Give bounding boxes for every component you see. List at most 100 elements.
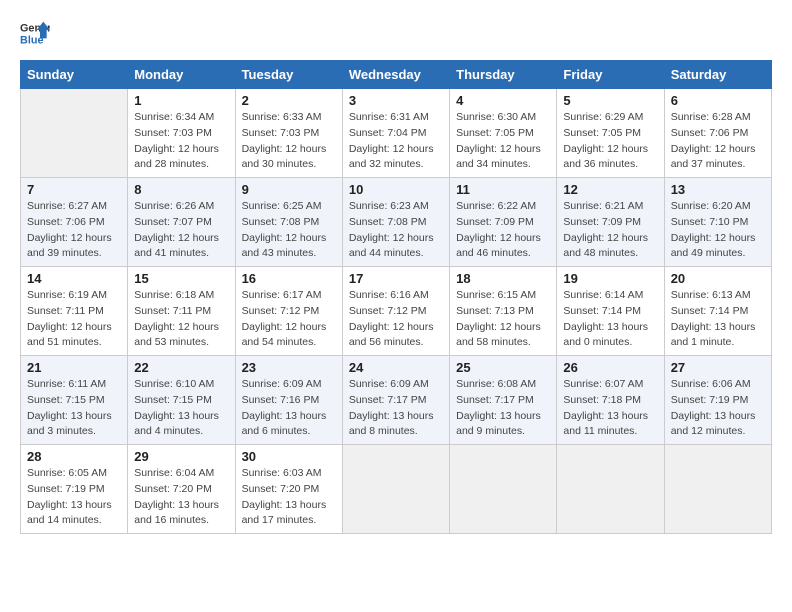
calendar-cell: 6Sunrise: 6:28 AMSunset: 7:06 PMDaylight…: [664, 89, 771, 178]
calendar-cell: 3 Sunrise: 6:31 AMSunset: 7:04 PMDaylight…: [342, 89, 449, 178]
calendar-cell: 29 Sunrise: 6:04 AMSunset: 7:20 PMDayligh…: [128, 445, 235, 534]
calendar-cell: 11 Sunrise: 6:22 AMSunset: 7:09 PMDayligh…: [450, 178, 557, 267]
calendar-cell: 8Sunrise: 6:26 AMSunset: 7:07 PMDaylight…: [128, 178, 235, 267]
header: General Blue: [20, 20, 772, 50]
calendar-cell: [557, 445, 664, 534]
calendar-cell: 22 Sunrise: 6:10 AMSunset: 7:15 PMDayligh…: [128, 356, 235, 445]
calendar-cell: 10 Sunrise: 6:23 AMSunset: 7:08 PMDayligh…: [342, 178, 449, 267]
day-info: Sunrise: 6:07 AMSunset: 7:18 PMDaylight:…: [563, 377, 657, 440]
calendar-cell: 20 Sunrise: 6:13 AMSunset: 7:14 PMDayligh…: [664, 267, 771, 356]
day-number: 8: [134, 182, 228, 197]
logo-icon: General Blue: [20, 20, 50, 50]
day-number: 23: [242, 360, 336, 375]
calendar-cell: 16Sunrise: 6:17 AMSunset: 7:12 PMDayligh…: [235, 267, 342, 356]
day-number: 9: [242, 182, 336, 197]
day-number: 6: [671, 93, 765, 108]
day-info: Sunrise: 6:30 AMSunset: 7:05 PMDaylight:…: [456, 110, 550, 173]
calendar-cell: 2 Sunrise: 6:33 AMSunset: 7:03 PMDaylight…: [235, 89, 342, 178]
day-info: Sunrise: 6:33 AMSunset: 7:03 PMDaylight:…: [242, 110, 336, 173]
calendar-header-row: SundayMondayTuesdayWednesdayThursdayFrid…: [21, 61, 772, 89]
day-number: 26: [563, 360, 657, 375]
calendar-cell: 17 Sunrise: 6:16 AMSunset: 7:12 PMDayligh…: [342, 267, 449, 356]
calendar-week-row: 1 Sunrise: 6:34 AMSunset: 7:03 PMDaylight…: [21, 89, 772, 178]
day-info: Sunrise: 6:21 AMSunset: 7:09 PMDaylight:…: [563, 199, 657, 262]
calendar-table: SundayMondayTuesdayWednesdayThursdayFrid…: [20, 60, 772, 534]
calendar-cell: 12 Sunrise: 6:21 AMSunset: 7:09 PMDayligh…: [557, 178, 664, 267]
day-info: Sunrise: 6:05 AMSunset: 7:19 PMDaylight:…: [27, 466, 121, 529]
weekday-header: Wednesday: [342, 61, 449, 89]
day-info: Sunrise: 6:27 AMSunset: 7:06 PMDaylight:…: [27, 199, 121, 262]
calendar-cell: 1 Sunrise: 6:34 AMSunset: 7:03 PMDaylight…: [128, 89, 235, 178]
day-number: 7: [27, 182, 121, 197]
calendar-cell: 26 Sunrise: 6:07 AMSunset: 7:18 PMDayligh…: [557, 356, 664, 445]
calendar-cell: 9 Sunrise: 6:25 AMSunset: 7:08 PMDaylight…: [235, 178, 342, 267]
day-info: Sunrise: 6:34 AMSunset: 7:03 PMDaylight:…: [134, 110, 228, 173]
day-number: 24: [349, 360, 443, 375]
day-info: Sunrise: 6:29 AMSunset: 7:05 PMDaylight:…: [563, 110, 657, 173]
calendar-week-row: 28 Sunrise: 6:05 AMSunset: 7:19 PMDayligh…: [21, 445, 772, 534]
weekday-header: Tuesday: [235, 61, 342, 89]
day-info: Sunrise: 6:13 AMSunset: 7:14 PMDaylight:…: [671, 288, 765, 351]
calendar-cell: 5 Sunrise: 6:29 AMSunset: 7:05 PMDaylight…: [557, 89, 664, 178]
day-number: 10: [349, 182, 443, 197]
calendar-cell: 25Sunrise: 6:08 AMSunset: 7:17 PMDayligh…: [450, 356, 557, 445]
day-number: 20: [671, 271, 765, 286]
day-number: 1: [134, 93, 228, 108]
weekday-header: Sunday: [21, 61, 128, 89]
weekday-header: Thursday: [450, 61, 557, 89]
day-info: Sunrise: 6:10 AMSunset: 7:15 PMDaylight:…: [134, 377, 228, 440]
weekday-header: Monday: [128, 61, 235, 89]
day-info: Sunrise: 6:09 AMSunset: 7:17 PMDaylight:…: [349, 377, 443, 440]
day-number: 29: [134, 449, 228, 464]
day-number: 17: [349, 271, 443, 286]
day-number: 11: [456, 182, 550, 197]
calendar-cell: [450, 445, 557, 534]
calendar-cell: [21, 89, 128, 178]
calendar-cell: 18 Sunrise: 6:15 AMSunset: 7:13 PMDayligh…: [450, 267, 557, 356]
day-number: 13: [671, 182, 765, 197]
day-info: Sunrise: 6:03 AMSunset: 7:20 PMDaylight:…: [242, 466, 336, 529]
day-info: Sunrise: 6:09 AMSunset: 7:16 PMDaylight:…: [242, 377, 336, 440]
calendar-cell: 23 Sunrise: 6:09 AMSunset: 7:16 PMDayligh…: [235, 356, 342, 445]
calendar-cell: 21 Sunrise: 6:11 AMSunset: 7:15 PMDayligh…: [21, 356, 128, 445]
calendar-week-row: 14Sunrise: 6:19 AMSunset: 7:11 PMDayligh…: [21, 267, 772, 356]
day-info: Sunrise: 6:04 AMSunset: 7:20 PMDaylight:…: [134, 466, 228, 529]
day-number: 2: [242, 93, 336, 108]
day-number: 28: [27, 449, 121, 464]
day-info: Sunrise: 6:14 AMSunset: 7:14 PMDaylight:…: [563, 288, 657, 351]
calendar-cell: 7 Sunrise: 6:27 AMSunset: 7:06 PMDaylight…: [21, 178, 128, 267]
logo: General Blue: [20, 20, 50, 50]
calendar-cell: [664, 445, 771, 534]
weekday-header: Friday: [557, 61, 664, 89]
day-number: 4: [456, 93, 550, 108]
calendar-cell: [342, 445, 449, 534]
day-info: Sunrise: 6:22 AMSunset: 7:09 PMDaylight:…: [456, 199, 550, 262]
day-number: 18: [456, 271, 550, 286]
day-number: 16: [242, 271, 336, 286]
calendar-week-row: 7 Sunrise: 6:27 AMSunset: 7:06 PMDaylight…: [21, 178, 772, 267]
day-info: Sunrise: 6:06 AMSunset: 7:19 PMDaylight:…: [671, 377, 765, 440]
day-number: 25: [456, 360, 550, 375]
calendar-cell: 4 Sunrise: 6:30 AMSunset: 7:05 PMDaylight…: [450, 89, 557, 178]
day-number: 21: [27, 360, 121, 375]
day-info: Sunrise: 6:23 AMSunset: 7:08 PMDaylight:…: [349, 199, 443, 262]
calendar-cell: 14Sunrise: 6:19 AMSunset: 7:11 PMDayligh…: [21, 267, 128, 356]
calendar-body: 1 Sunrise: 6:34 AMSunset: 7:03 PMDaylight…: [21, 89, 772, 534]
day-number: 5: [563, 93, 657, 108]
day-number: 30: [242, 449, 336, 464]
calendar-cell: 15Sunrise: 6:18 AMSunset: 7:11 PMDayligh…: [128, 267, 235, 356]
calendar-cell: 19 Sunrise: 6:14 AMSunset: 7:14 PMDayligh…: [557, 267, 664, 356]
day-info: Sunrise: 6:11 AMSunset: 7:15 PMDaylight:…: [27, 377, 121, 440]
calendar-cell: 24 Sunrise: 6:09 AMSunset: 7:17 PMDayligh…: [342, 356, 449, 445]
day-number: 12: [563, 182, 657, 197]
day-number: 27: [671, 360, 765, 375]
day-info: Sunrise: 6:31 AMSunset: 7:04 PMDaylight:…: [349, 110, 443, 173]
day-info: Sunrise: 6:15 AMSunset: 7:13 PMDaylight:…: [456, 288, 550, 351]
day-number: 19: [563, 271, 657, 286]
calendar-cell: 30 Sunrise: 6:03 AMSunset: 7:20 PMDayligh…: [235, 445, 342, 534]
calendar-cell: 27 Sunrise: 6:06 AMSunset: 7:19 PMDayligh…: [664, 356, 771, 445]
day-info: Sunrise: 6:25 AMSunset: 7:08 PMDaylight:…: [242, 199, 336, 262]
day-info: Sunrise: 6:16 AMSunset: 7:12 PMDaylight:…: [349, 288, 443, 351]
day-number: 3: [349, 93, 443, 108]
day-number: 22: [134, 360, 228, 375]
